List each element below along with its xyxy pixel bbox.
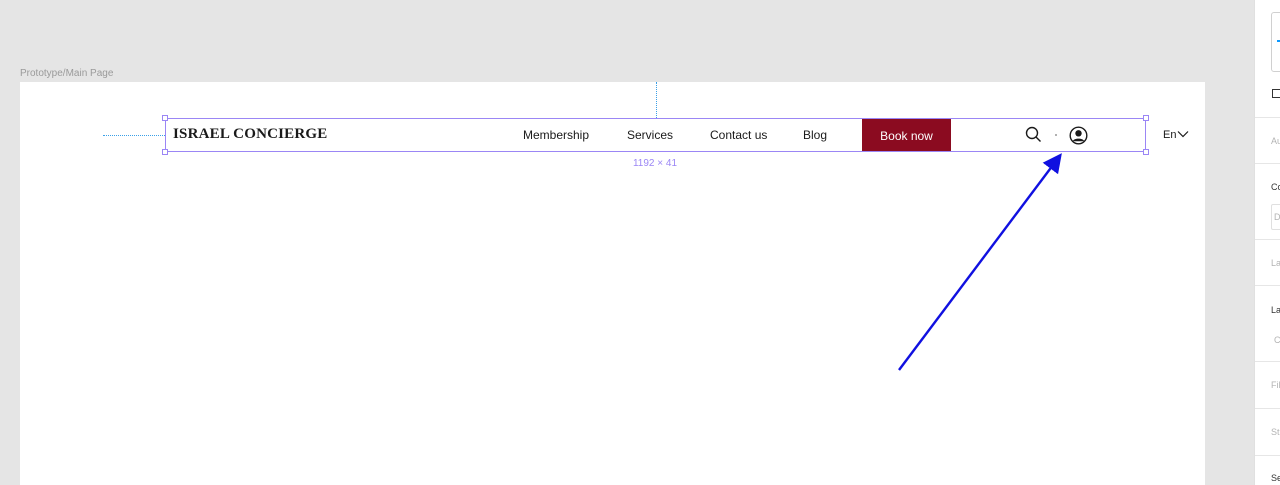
alignment-widget[interactable]: [1271, 12, 1280, 72]
panel-section-label: C: [1274, 335, 1280, 345]
panel-section-label: La: [1271, 258, 1280, 268]
panel-divider: [1255, 361, 1280, 362]
panel-section-label: Co: [1271, 182, 1280, 192]
panel-divider: [1255, 239, 1280, 240]
panel-section-label: Fil: [1271, 380, 1280, 390]
annotation-arrow: [898, 153, 1062, 371]
panel-input-text: D: [1274, 212, 1280, 222]
panel-section-label: Se: [1271, 473, 1280, 483]
panel-divider: [1255, 285, 1280, 286]
panel-divider: [1255, 408, 1280, 409]
panel-section-label: La: [1271, 305, 1280, 315]
panel-section-label: St: [1271, 427, 1280, 437]
panel-checkbox[interactable]: [1272, 89, 1280, 98]
panel-section-label: Au: [1271, 136, 1280, 146]
panel-divider: [1255, 163, 1280, 164]
panel-divider: [1255, 117, 1280, 118]
properties-panel[interactable]: Au Co D La La C Fil St Se: [1254, 0, 1280, 485]
design-canvas[interactable]: Prototype/Main Page ISRAEL CONCIERGE Mem…: [0, 0, 1254, 485]
panel-divider: [1255, 455, 1280, 456]
